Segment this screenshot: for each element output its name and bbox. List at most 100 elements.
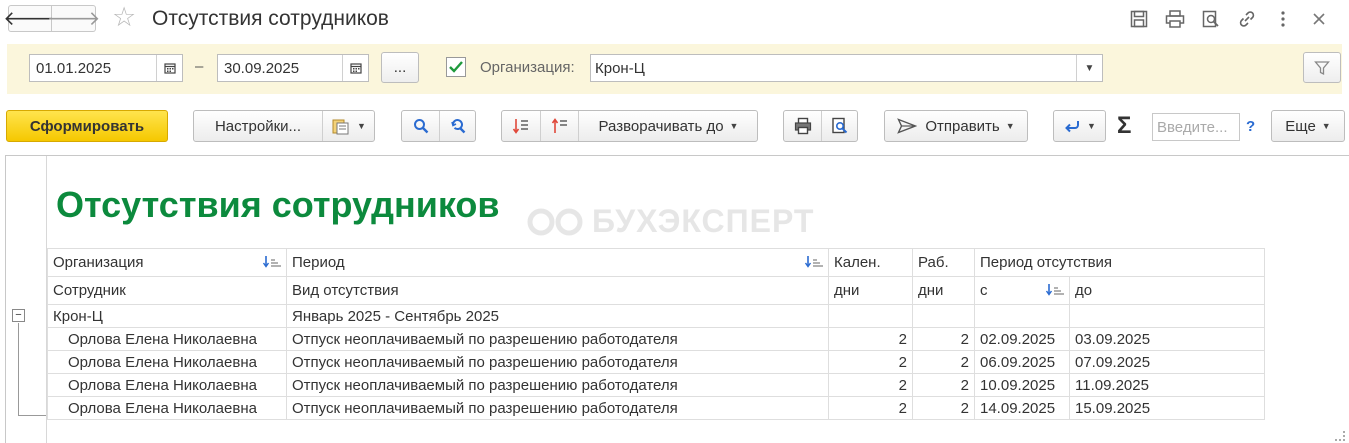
print-preview-icon	[832, 117, 848, 134]
header-from[interactable]: с	[974, 276, 1070, 305]
to-date-cell[interactable]: 15.09.2025	[1069, 396, 1265, 420]
absence-type-cell[interactable]: Отпуск неоплачиваемый по разрешению рабо…	[286, 396, 829, 420]
employee-cell[interactable]: Орлова Елена Николаевна	[47, 396, 287, 420]
calendar-days-cell[interactable]: 2	[828, 350, 913, 374]
report-variants-icon	[332, 119, 349, 135]
group-row[interactable]: Крон-Ц Январь 2025 - Сентябрь 2025	[47, 304, 1265, 328]
header-days[interactable]: дни	[912, 276, 975, 305]
settings-button[interactable]: Настройки...	[194, 111, 322, 141]
sort-icon[interactable]	[1045, 283, 1065, 297]
sum-search-input[interactable]: Введите...	[1152, 113, 1240, 141]
absence-type-cell[interactable]: Отпуск неоплачиваемый по разрешению рабо…	[286, 327, 829, 351]
date-from-value[interactable]: 01.01.2025	[30, 60, 156, 77]
sort-icon[interactable]	[262, 255, 282, 269]
title-bar: 🡐 🡒 ☆ Отсутствия сотрудников	[0, 0, 1349, 38]
filter-button[interactable]	[1303, 52, 1341, 83]
from-date-cell[interactable]: 06.09.2025	[974, 350, 1070, 374]
employee-cell[interactable]: Орлова Елена Николаевна	[47, 327, 287, 351]
send-label: Отправить	[925, 117, 1000, 135]
find-next-button[interactable]	[439, 111, 476, 141]
sort-down-lines-icon	[512, 119, 528, 134]
header-row: Сотрудник Вид отсутствия дни дни с до	[47, 276, 1265, 305]
link-icon[interactable]	[1229, 8, 1265, 30]
header-period[interactable]: Период	[286, 248, 829, 277]
to-date-cell[interactable]: 07.09.2025	[1069, 350, 1265, 374]
expand-to-button[interactable]: Разворачивать до ▼	[578, 111, 758, 141]
toolbar: Сформировать Настройки... ▼ Разворачиват…	[0, 108, 1349, 144]
organization-field[interactable]: Крон-Ц ▼	[590, 54, 1103, 82]
work-days-cell[interactable]: 2	[912, 373, 975, 397]
work-days-cell[interactable]: 2	[912, 327, 975, 351]
select-period-button[interactable]: ...	[381, 52, 419, 83]
chevron-down-icon[interactable]: ▼	[1076, 55, 1102, 81]
report-table: Организация Период Кален. Раб. Период от…	[47, 248, 1265, 420]
print-preview-button[interactable]	[821, 111, 858, 141]
print-group	[783, 110, 858, 142]
absence-type-cell[interactable]: Отпуск неоплачиваемый по разрешению рабо…	[286, 350, 829, 374]
calendar-days-cell[interactable]: 2	[828, 396, 913, 420]
generate-button[interactable]: Сформировать	[6, 110, 168, 142]
preview-icon[interactable]	[1193, 8, 1229, 30]
employee-cell[interactable]: Орлова Елена Николаевна	[47, 373, 287, 397]
sum-icon[interactable]: Σ	[1117, 114, 1131, 138]
collapse-group-icon[interactable]: −	[12, 309, 25, 322]
forward-button[interactable]: 🡒	[47, 5, 100, 32]
header-to[interactable]: до	[1069, 276, 1265, 305]
from-date-cell[interactable]: 10.09.2025	[974, 373, 1070, 397]
header-absence-type[interactable]: Вид отсутствия	[286, 276, 829, 305]
group-period[interactable]: Январь 2025 - Сентябрь 2025	[286, 304, 829, 328]
calendar-icon[interactable]	[342, 55, 368, 81]
search-group	[401, 110, 476, 142]
from-date-cell[interactable]: 14.09.2025	[974, 396, 1070, 420]
organization-checkbox[interactable]	[446, 57, 466, 77]
calendar-days-cell[interactable]: 2	[828, 373, 913, 397]
header-calendar-days[interactable]: Кален.	[828, 248, 913, 277]
find-button[interactable]	[402, 111, 439, 141]
to-date-cell[interactable]: 03.09.2025	[1069, 327, 1265, 351]
header-absence-period[interactable]: Период отсутствия	[974, 248, 1265, 277]
save-icon[interactable]	[1121, 8, 1157, 30]
header-organization[interactable]: Организация	[47, 248, 287, 277]
work-days-cell[interactable]: 2	[912, 350, 975, 374]
favorite-star-icon[interactable]: ☆	[112, 4, 136, 31]
group-organization[interactable]: Крон-Ц	[47, 304, 287, 328]
employee-cell[interactable]: Орлова Елена Николаевна	[47, 350, 287, 374]
header-row: Организация Период Кален. Раб. Период от…	[47, 248, 1265, 277]
close-icon[interactable]	[1301, 8, 1337, 30]
date-to-field[interactable]: 30.09.2025	[217, 54, 369, 82]
calendar-days-cell[interactable]: 2	[828, 327, 913, 351]
settings-label: Настройки...	[214, 117, 302, 135]
work-days-cell[interactable]: 2	[912, 396, 975, 420]
resize-grip[interactable]	[1335, 431, 1345, 441]
print-icon[interactable]	[1157, 8, 1193, 30]
absence-type-cell[interactable]: Отпуск неоплачиваемый по разрешению рабо…	[286, 373, 829, 397]
filter-panel: 01.01.2025 – 30.09.2025 ... Организация:…	[7, 44, 1342, 94]
navigate-button[interactable]: ▼	[1053, 110, 1106, 142]
tree-line	[18, 415, 46, 416]
header-employee[interactable]: Сотрудник	[47, 276, 287, 305]
date-to-value[interactable]: 30.09.2025	[218, 60, 342, 77]
tree-line	[18, 323, 19, 416]
expand-button[interactable]	[540, 111, 578, 141]
more-vertical-icon[interactable]	[1265, 8, 1301, 30]
calendar-icon[interactable]	[156, 55, 182, 81]
print-button[interactable]	[784, 111, 821, 141]
table-row[interactable]: Орлова Елена Николаевна Отпуск неоплачив…	[47, 350, 1265, 374]
variants-button[interactable]: ▼	[322, 111, 374, 141]
table-row[interactable]: Орлова Елена Николаевна Отпуск неоплачив…	[47, 396, 1265, 420]
date-from-field[interactable]: 01.01.2025	[29, 54, 183, 82]
from-date-cell[interactable]: 02.09.2025	[974, 327, 1070, 351]
collapse-button[interactable]	[502, 111, 540, 141]
arrow-right-icon: 🡒	[46, 8, 101, 30]
send-button[interactable]: Отправить ▼	[884, 110, 1028, 142]
header-work-days[interactable]: Раб.	[912, 248, 975, 277]
help-icon[interactable]: ?	[1246, 118, 1255, 135]
organization-value[interactable]: Крон-Ц	[591, 60, 1076, 77]
more-button[interactable]: Еще ▼	[1271, 110, 1345, 142]
table-row[interactable]: Орлова Елена Николаевна Отпуск неоплачив…	[47, 373, 1265, 397]
sort-icon[interactable]	[804, 255, 824, 269]
table-row[interactable]: Орлова Елена Николаевна Отпуск неоплачив…	[47, 327, 1265, 351]
header-days[interactable]: дни	[828, 276, 913, 305]
to-date-cell[interactable]: 11.09.2025	[1069, 373, 1265, 397]
back-button[interactable]: 🡐	[3, 5, 57, 32]
